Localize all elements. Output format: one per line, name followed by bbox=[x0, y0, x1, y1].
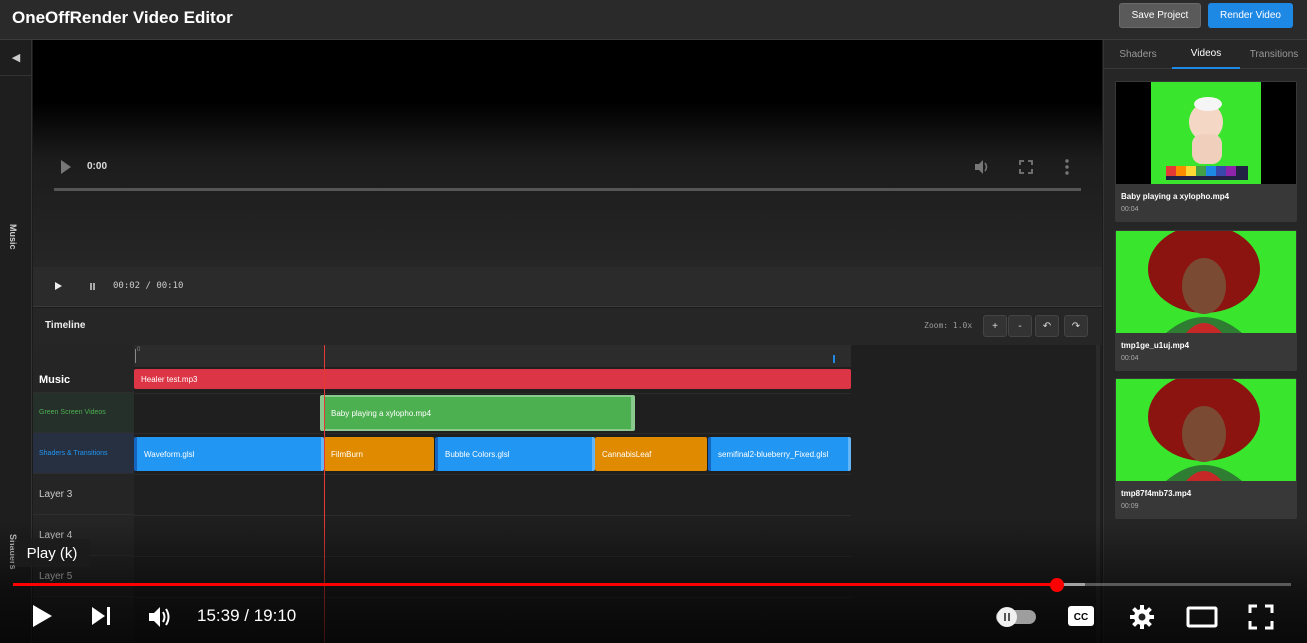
preview-current-time: 0:00 bbox=[87, 161, 108, 172]
timeline-scrollbar[interactable] bbox=[1096, 345, 1100, 643]
video-card[interactable]: tmp87f4mb73.mp4 00:09 bbox=[1115, 378, 1297, 519]
video-name: Baby playing a xylopho.mp4 bbox=[1121, 192, 1230, 201]
zoom-out-button[interactable]: - bbox=[1008, 315, 1032, 337]
zoom-level: Zoom: 1.0x bbox=[924, 321, 973, 330]
redo-button[interactable]: ↷ bbox=[1064, 315, 1088, 337]
media-tabs: Shaders Videos Transitions bbox=[1104, 40, 1307, 69]
transition-clip-filmburn[interactable]: FilmBurn bbox=[324, 437, 434, 471]
preview-progress-bar[interactable] bbox=[54, 188, 1081, 191]
svg-text:CC: CC bbox=[1074, 612, 1088, 623]
undo-button[interactable]: ↶ bbox=[1035, 315, 1059, 337]
video-card[interactable]: Baby playing a xylopho.mp4 00:04 bbox=[1115, 81, 1297, 222]
collapse-sidebar-button[interactable]: ◀ bbox=[0, 40, 32, 76]
track-label-layer-3: Layer 3 bbox=[33, 474, 134, 515]
timeline-playhead[interactable] bbox=[324, 345, 325, 643]
play-icon[interactable] bbox=[30, 603, 54, 629]
row-divider bbox=[134, 393, 851, 394]
track-labels: Music Green Screen Videos Shaders & Tran… bbox=[33, 345, 134, 643]
playback-time: 00:02 / 00:10 bbox=[113, 281, 184, 291]
video-name: tmp1ge_u1uj.mp4 bbox=[1121, 341, 1190, 350]
transition-clip-cannabisleaf[interactable]: CannabisLeaf bbox=[595, 437, 707, 471]
video-card[interactable]: tmp1ge_u1uj.mp4 00:04 bbox=[1115, 230, 1297, 371]
timeline-title: Timeline bbox=[45, 320, 86, 331]
row-divider bbox=[134, 597, 851, 598]
sidebar-tab-music[interactable]: Music bbox=[8, 224, 18, 250]
media-panel: Shaders Videos Transitions Baby playing … bbox=[1103, 40, 1307, 643]
fullscreen-icon[interactable] bbox=[1248, 604, 1274, 630]
zoom-in-button[interactable]: + bbox=[983, 315, 1007, 337]
timeline-body: Music Green Screen Videos Shaders & Tran… bbox=[33, 345, 1102, 643]
track-label-shaders: Shaders & Transitions bbox=[33, 433, 134, 474]
green-screen-clip[interactable]: Baby playing a xylopho.mp4 bbox=[320, 395, 635, 431]
player-time: 15:39 / 19:10 bbox=[197, 606, 297, 625]
play-icon[interactable] bbox=[61, 160, 71, 174]
play-button[interactable] bbox=[55, 282, 62, 290]
video-thumbnail bbox=[1116, 379, 1296, 481]
autoplay-toggle-icon[interactable] bbox=[995, 606, 1037, 628]
shader-clip-waveform[interactable]: Waveform.glsl bbox=[134, 437, 324, 471]
timeline-ruler[interactable]: 0 bbox=[134, 345, 851, 367]
row-divider bbox=[134, 433, 851, 434]
next-icon[interactable] bbox=[90, 605, 112, 627]
tab-shaders[interactable]: Shaders bbox=[1104, 40, 1172, 69]
shader-clip-bubble-colors[interactable]: Bubble Colors.glsl bbox=[435, 437, 595, 471]
preview-controls-area bbox=[33, 102, 1102, 267]
video-name: tmp87f4mb73.mp4 bbox=[1121, 489, 1192, 498]
captions-icon[interactable]: CC bbox=[1067, 605, 1095, 627]
row-divider bbox=[134, 515, 851, 516]
playback-controls: 00:02 / 00:10 bbox=[33, 267, 1102, 307]
volume-icon[interactable] bbox=[147, 605, 173, 629]
more-options-icon[interactable] bbox=[1064, 158, 1070, 176]
video-thumbnail bbox=[1116, 82, 1296, 184]
fullscreen-icon[interactable] bbox=[1018, 159, 1034, 175]
app-title: OneOffRender Video Editor bbox=[12, 8, 233, 27]
track-label-music: Music bbox=[33, 367, 134, 393]
ruler-end-marker bbox=[833, 355, 835, 363]
row-divider bbox=[134, 474, 851, 475]
video-thumbnail bbox=[1116, 231, 1296, 333]
video-duration: 00:09 bbox=[1121, 503, 1139, 510]
video-duration: 00:04 bbox=[1121, 355, 1139, 362]
save-project-button[interactable]: Save Project bbox=[1119, 3, 1201, 28]
settings-gear-icon[interactable] bbox=[1129, 604, 1155, 630]
timeline-header: Timeline Zoom: 1.0x + - ↶ ↷ bbox=[33, 308, 1102, 345]
theater-mode-icon[interactable] bbox=[1186, 606, 1218, 628]
shader-clip-blueberry[interactable]: semifinal2-blueberry_Fixed.glsl bbox=[708, 437, 851, 471]
volume-icon[interactable] bbox=[973, 158, 991, 176]
player-progress-bar[interactable] bbox=[13, 583, 1057, 586]
track-label-green-screen: Green Screen Videos bbox=[33, 393, 134, 433]
pause-button[interactable] bbox=[90, 283, 95, 290]
render-video-button[interactable]: Render Video bbox=[1208, 3, 1293, 28]
player-scrubber[interactable] bbox=[1050, 578, 1064, 592]
ruler-start-tick bbox=[135, 349, 136, 363]
video-duration: 00:04 bbox=[1121, 206, 1139, 213]
play-tooltip: Play (k) bbox=[14, 539, 90, 567]
music-clip[interactable]: Healer test.mp3 bbox=[134, 369, 851, 389]
app-header: OneOffRender Video Editor Save Project R… bbox=[0, 0, 1307, 40]
tab-videos[interactable]: Videos bbox=[1172, 40, 1240, 69]
video-preview[interactable]: 0:00 bbox=[33, 40, 1102, 267]
tab-transitions[interactable]: Transitions bbox=[1240, 40, 1307, 69]
chevron-left-icon: ◀ bbox=[11, 52, 21, 64]
row-divider bbox=[134, 556, 851, 557]
ruler-start-label: 0 bbox=[137, 347, 141, 353]
